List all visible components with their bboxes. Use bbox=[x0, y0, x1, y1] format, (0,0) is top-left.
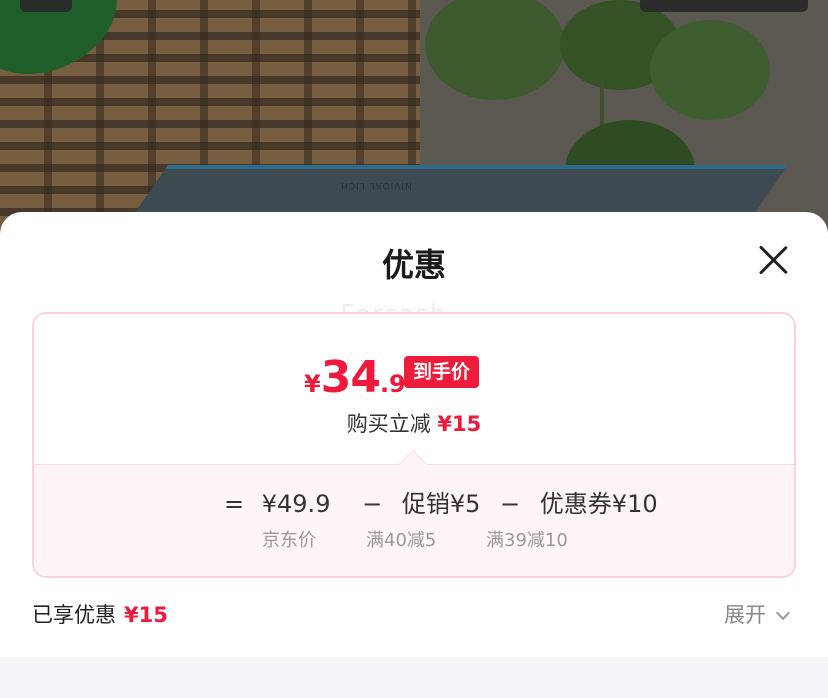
final-price-integer: 34 bbox=[320, 352, 381, 403]
expand-label: 展开 bbox=[724, 603, 766, 627]
book-text: NIVIDAL LICH bbox=[340, 180, 412, 190]
equals-sign: = bbox=[224, 490, 245, 518]
base-price: ¥49.9 bbox=[261, 490, 331, 518]
coupon-discount: 优惠券¥10 bbox=[539, 490, 658, 518]
top-action-button[interactable] bbox=[640, 0, 808, 12]
promo-discount: 促销¥5 bbox=[401, 490, 481, 518]
minus-sign: − bbox=[362, 490, 383, 518]
discount-sheet: 优惠 Forcash ¥34.9 到手价 购买立减 ¥15 = ¥49.9 − … bbox=[0, 212, 828, 657]
reduction-label: 购买立减 bbox=[346, 412, 431, 436]
enjoyed-amount: ¥15 bbox=[124, 603, 168, 627]
sheet-title: 优惠 bbox=[381, 246, 446, 284]
coupon-note: 满39减10 bbox=[486, 530, 568, 551]
chevron-down-icon bbox=[775, 605, 791, 621]
price-breakdown-card: ¥34.9 到手价 购买立减 ¥15 = ¥49.9 − 促销¥5 − 优惠券¥… bbox=[32, 312, 796, 578]
minus-sign: − bbox=[500, 490, 521, 518]
price-formula: = ¥49.9 − 促销¥5 − 优惠券¥10 bbox=[224, 484, 658, 519]
card-bottom bbox=[34, 464, 794, 576]
final-price-decimal: .9 bbox=[379, 370, 406, 398]
product-image-backdrop: NIVIDAL LICH bbox=[0, 0, 828, 240]
reduction-amount: ¥15 bbox=[437, 412, 482, 436]
close-icon[interactable] bbox=[756, 243, 790, 277]
final-price-badge: 到手价 bbox=[404, 356, 480, 388]
purchase-reduction: 购买立减 ¥15 bbox=[34, 408, 794, 438]
base-price-note: 京东价 bbox=[262, 530, 316, 551]
final-price: ¥34.9 bbox=[304, 352, 406, 403]
currency-symbol: ¥ bbox=[304, 370, 321, 398]
card-top: ¥34.9 到手价 购买立减 ¥15 bbox=[34, 314, 794, 464]
plant-leaf bbox=[650, 20, 770, 120]
expand-button[interactable]: 展开 bbox=[724, 599, 791, 629]
promo-note: 满40减5 bbox=[366, 530, 437, 551]
enjoyed-label: 已享优惠 bbox=[32, 603, 116, 627]
back-button[interactable] bbox=[20, 0, 72, 12]
enjoyed-discount: 已享优惠 ¥15 bbox=[32, 599, 168, 629]
